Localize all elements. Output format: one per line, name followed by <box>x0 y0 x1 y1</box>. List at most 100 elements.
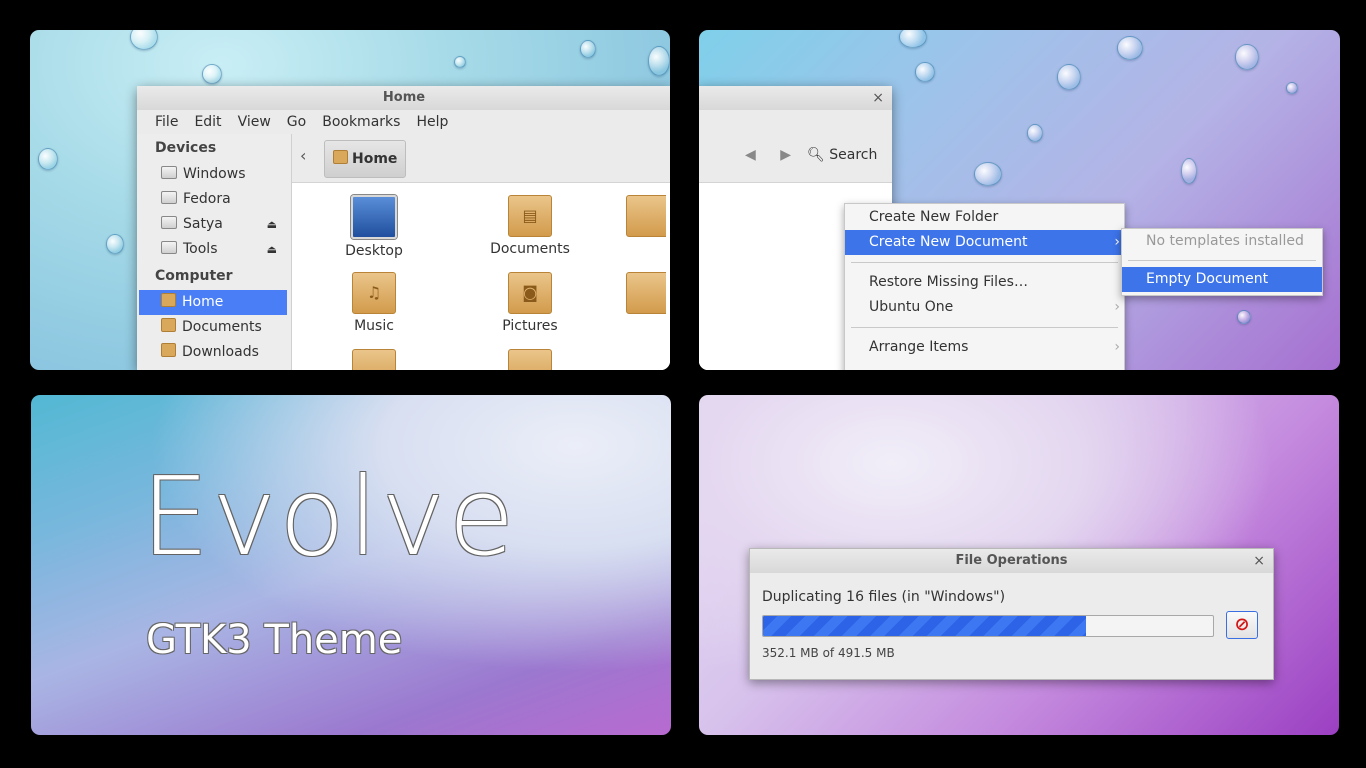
share-folder-icon <box>352 349 396 370</box>
file-item-templates[interactable] <box>470 349 590 370</box>
sidebar-item-label: Tools <box>183 241 218 257</box>
sidebar-item-satya[interactable]: Satya ⏏ <box>137 212 291 237</box>
file-item-public-share[interactable] <box>314 349 434 370</box>
file-label: Documents <box>490 241 570 257</box>
search-button[interactable]: 🔍︎ Search <box>807 147 877 163</box>
breadcrumb-home[interactable]: Home <box>324 140 407 178</box>
water-drop <box>106 234 124 254</box>
screenshot-panel-file-operations: File Operations × Duplicating 16 files (i… <box>699 395 1339 735</box>
window-title: Home <box>137 86 670 110</box>
menu-bar-continued <box>699 110 892 134</box>
file-item-downloads-partial[interactable] <box>626 195 666 241</box>
dialog-titlebar: File Operations × <box>750 549 1273 573</box>
sidebar-item-label: Fedora <box>183 191 231 207</box>
menu-bar: File Edit View Go Bookmarks Help <box>137 110 670 134</box>
water-drop <box>1237 310 1251 324</box>
progress-bar <box>762 615 1214 637</box>
water-drop <box>1027 124 1043 142</box>
sidebar-item-label: Windows <box>183 166 246 182</box>
sidebar-item-label: Satya <box>183 216 223 232</box>
water-drop <box>915 62 935 82</box>
file-item-desktop[interactable]: Desktop <box>314 195 434 259</box>
documents-icon <box>161 318 176 332</box>
context-menu: Create New Folder Create New Document › R… <box>844 203 1125 370</box>
file-item-documents[interactable]: ▤ Documents <box>470 195 590 257</box>
progress-size-text: 352.1 MB of 491.5 MB <box>762 646 895 660</box>
sidebar-heading-computer: Computer <box>155 268 233 284</box>
file-manager-window: Home File Edit View Go Bookmarks Help De… <box>137 86 670 370</box>
menu-separator <box>851 327 1118 328</box>
drive-icon <box>161 191 177 204</box>
toolbar: ‹ Home <box>292 134 670 183</box>
menu-help[interactable]: Help <box>408 110 456 134</box>
menu-go[interactable]: Go <box>279 110 314 134</box>
theme-subtitle: GTK3 Theme <box>146 617 403 663</box>
back-icon[interactable]: ‹ <box>300 146 306 165</box>
file-operations-dialog: File Operations × Duplicating 16 files (i… <box>749 548 1274 680</box>
menu-item-arrange[interactable]: Arrange Items › <box>845 335 1124 360</box>
drive-icon <box>161 166 177 179</box>
water-drop <box>1117 36 1143 60</box>
theme-title: Evolve <box>141 455 518 580</box>
screenshot-panel-context-menu: × ◀ ▶ 🔍︎ Search ds Create New Folder Cre… <box>699 30 1340 370</box>
chevron-right-icon: › <box>1114 299 1120 315</box>
water-drop <box>648 46 670 76</box>
sidebar-item-fedora[interactable]: Fedora <box>137 187 291 212</box>
menu-view[interactable]: View <box>230 110 279 134</box>
sidebar-item-documents[interactable]: Documents <box>137 315 291 340</box>
downloads-folder-icon <box>626 195 666 237</box>
menu-file[interactable]: File <box>147 110 186 134</box>
chevron-right-icon: › <box>1114 234 1120 250</box>
eject-icon[interactable]: ⏏ <box>267 237 277 262</box>
menu-bookmarks[interactable]: Bookmarks <box>314 110 408 134</box>
water-drop <box>454 56 466 68</box>
file-label: Desktop <box>345 243 403 259</box>
search-icon: 🔍︎ <box>807 147 825 163</box>
menu-item-ubuntu-one[interactable]: Ubuntu One › <box>845 295 1124 320</box>
sidebar-item-label: Documents <box>182 319 262 335</box>
file-label: Music <box>354 318 394 334</box>
menu-item-create-folder[interactable]: Create New Folder <box>845 205 1124 230</box>
submenu-item-empty-document[interactable]: Empty Document <box>1122 267 1322 292</box>
documents-folder-icon: ▤ <box>508 195 552 237</box>
menu-item-label: Create New Document <box>869 234 1028 250</box>
breadcrumb-label: Home <box>352 151 398 167</box>
desktop-icon <box>351 195 397 239</box>
file-item-public-partial[interactable] <box>626 272 666 318</box>
chevron-right-icon: › <box>1114 339 1120 355</box>
submenu-item-no-templates: No templates installed <box>1146 233 1304 249</box>
sidebar-item-windows[interactable]: Windows <box>137 162 291 187</box>
file-item-pictures[interactable]: ◙ Pictures <box>470 272 590 334</box>
menu-item-restore[interactable]: Restore Missing Files… <box>845 270 1124 295</box>
dialog-title: File Operations <box>955 553 1068 568</box>
menu-edit[interactable]: Edit <box>186 110 229 134</box>
eject-icon[interactable]: ⏏ <box>267 212 277 237</box>
water-drop <box>1286 82 1298 94</box>
sidebar-item-home[interactable]: Home <box>139 290 287 315</box>
search-label: Search <box>829 147 878 163</box>
sidebar-item-tools[interactable]: Tools ⏏ <box>137 237 291 262</box>
sidebar-item-label: Downloads <box>182 344 259 360</box>
water-drop <box>202 64 222 84</box>
menu-item-label: Ubuntu One <box>869 299 954 315</box>
pictures-folder-icon: ◙ <box>508 272 552 314</box>
sidebar: Devices Windows Fedora Satya ⏏ Tools ⏏ Com… <box>137 134 292 370</box>
sidebar-item-downloads[interactable]: Downloads <box>137 340 291 365</box>
drive-icon <box>161 241 177 254</box>
water-drop <box>130 30 158 50</box>
close-icon[interactable]: × <box>872 86 884 110</box>
home-icon <box>161 293 176 307</box>
nav-arrows[interactable]: ◀ ▶ <box>745 147 801 163</box>
cancel-button[interactable]: ⊘ <box>1226 611 1258 639</box>
stop-icon: ⊘ <box>1234 614 1250 635</box>
progress-fill <box>763 616 1086 636</box>
menu-separator <box>1128 260 1316 261</box>
screenshot-panel-branding: Evolve GTK3 Theme <box>31 395 671 735</box>
menu-item-create-document[interactable]: Create New Document › <box>845 230 1124 255</box>
file-label: Pictures <box>502 318 558 334</box>
close-icon[interactable]: × <box>1253 549 1265 573</box>
water-drop <box>580 40 596 58</box>
downloads-icon <box>161 343 176 357</box>
water-drop <box>974 162 1002 186</box>
file-item-music[interactable]: ♫ Music <box>314 272 434 334</box>
